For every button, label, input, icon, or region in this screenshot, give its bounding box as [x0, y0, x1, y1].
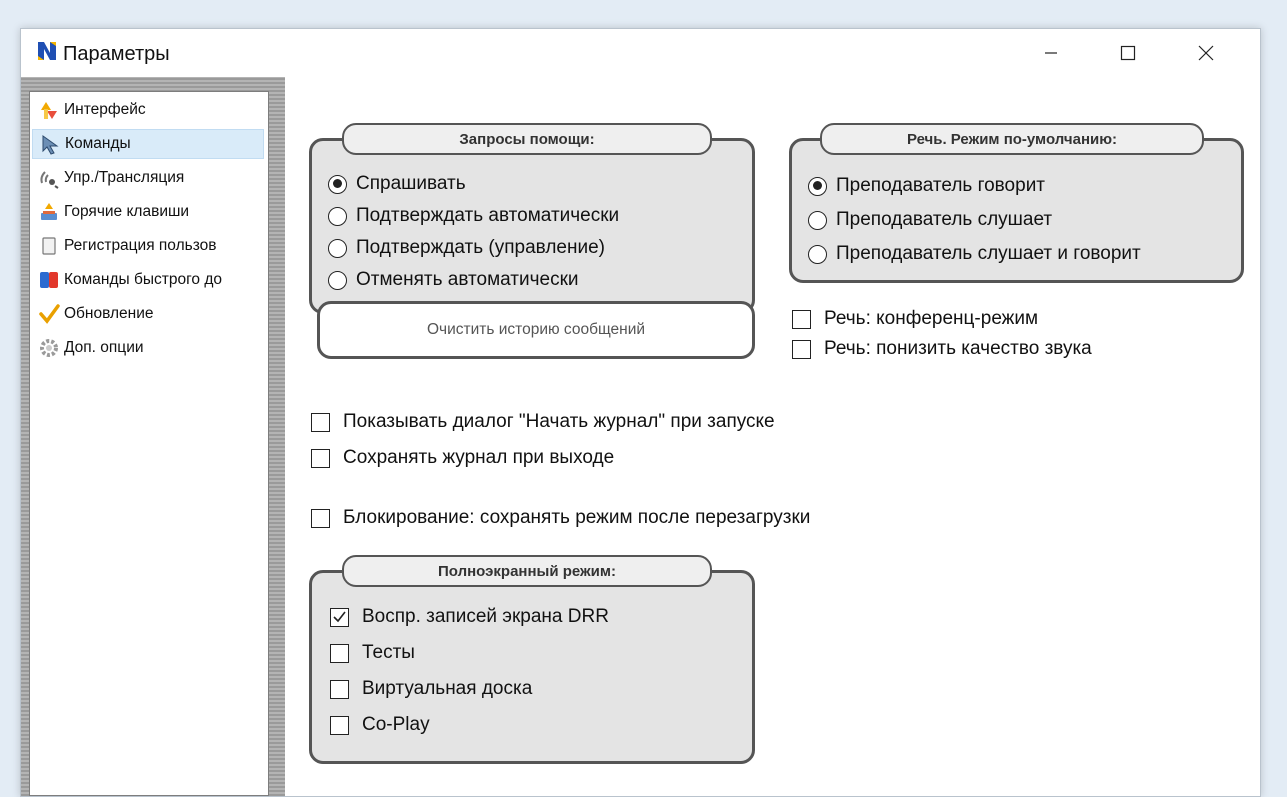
- radio-teacher-speaks[interactable]: Преподаватель говорит: [808, 175, 1045, 197]
- radio-label: Преподаватель слушает: [836, 209, 1053, 230]
- help-requests-title: Запросы помощи:: [342, 123, 712, 155]
- checkbox-speech-lower-quality[interactable]: Речь: понизить качество звука: [792, 338, 1092, 360]
- checkbox-speech-conference[interactable]: Речь: конференц-режим: [792, 308, 1038, 330]
- app-n-icon: [38, 42, 56, 60]
- sidebar-item-label: Команды быстрого до: [64, 271, 222, 288]
- sidebar-item-registration[interactable]: Регистрация пользов: [32, 231, 264, 261]
- radio-teacher-listens-speaks[interactable]: Преподаватель слушает и говорит: [808, 243, 1141, 265]
- checkbox-indicator[interactable]: [792, 309, 811, 329]
- checkbox-indicator[interactable]: [330, 607, 349, 627]
- registration-icon: [38, 235, 60, 257]
- radio-indicator[interactable]: [328, 270, 347, 290]
- close-icon: [1198, 45, 1214, 61]
- sidebar-item-quick-commands[interactable]: Команды быстрого до: [32, 265, 264, 295]
- settings-window: Параметры Интерфейс Команды Упр./Трансля…: [20, 28, 1261, 797]
- sidebar-item-hotkeys[interactable]: Горячие клавиши: [32, 197, 264, 227]
- checkbox-fullscreen-coplay[interactable]: Co-Play: [330, 714, 430, 736]
- radio-confirm-auto[interactable]: Подтверждать автоматически: [328, 205, 619, 227]
- sidebar-item-label: Доп. опции: [64, 339, 144, 356]
- checkbox-indicator[interactable]: [330, 679, 349, 699]
- quick-commands-icon: [38, 269, 60, 291]
- window-title: Параметры: [63, 43, 170, 65]
- speech-mode-title: Речь. Режим по-умолчанию:: [820, 123, 1204, 155]
- gear-icon: [38, 337, 60, 359]
- radio-label: Подтверждать (управление): [356, 237, 605, 258]
- sidebar-item-control[interactable]: Упр./Трансляция: [32, 163, 264, 193]
- help-requests-group: Запросы помощи: Спрашивать Подтверждать …: [309, 123, 755, 314]
- checkbox-lock-keep-mode[interactable]: Блокирование: сохранять режим после пере…: [311, 507, 810, 529]
- sidebar-item-label: Обновление: [64, 305, 154, 322]
- checkbox-indicator[interactable]: [792, 339, 811, 359]
- sidebar-item-label: Регистрация пользов: [64, 237, 217, 254]
- checkbox-label: Речь: конференц-режим: [824, 308, 1039, 329]
- sidebar-item-update[interactable]: Обновление: [32, 299, 264, 329]
- sidebar-item-label: Интерфейс: [64, 101, 146, 118]
- checkbox-label: Речь: понизить качество звука: [824, 338, 1092, 359]
- radio-label: Подтверждать автоматически: [356, 205, 620, 226]
- clear-history-button[interactable]: Очистить историю сообщений: [317, 301, 755, 359]
- sidebar-item-extra-options[interactable]: Доп. опции: [32, 333, 264, 363]
- checkbox-indicator[interactable]: [311, 448, 330, 468]
- radio-ask[interactable]: Спрашивать: [328, 173, 466, 195]
- sidebar-item-label: Упр./Трансляция: [64, 169, 185, 186]
- radio-indicator[interactable]: [808, 210, 827, 230]
- radio-confirm-control[interactable]: Подтверждать (управление): [328, 237, 605, 259]
- radio-label: Спрашивать: [356, 173, 466, 194]
- radio-indicator[interactable]: [328, 238, 347, 258]
- radio-indicator[interactable]: [808, 176, 827, 196]
- fullscreen-title: Полноэкранный режим:: [342, 555, 712, 587]
- radio-indicator[interactable]: [328, 206, 347, 226]
- minimize-button[interactable]: [1021, 29, 1081, 77]
- close-button[interactable]: [1176, 29, 1236, 77]
- radio-label: Преподаватель говорит: [836, 175, 1046, 196]
- radio-cancel-auto[interactable]: Отменять автоматически: [328, 269, 579, 291]
- checkbox-fullscreen-tests[interactable]: Тесты: [330, 642, 415, 664]
- fullscreen-group: Полноэкранный режим: Воспр. записей экра…: [309, 555, 755, 764]
- sidebar-panel: Интерфейс Команды Упр./Трансляция Горячи…: [21, 77, 285, 796]
- speech-mode-group: Речь. Режим по-умолчанию: Преподаватель …: [789, 123, 1244, 283]
- sidebar-item-interface[interactable]: Интерфейс: [32, 95, 264, 125]
- checkbox-save-journal-exit[interactable]: Сохранять журнал при выходе: [311, 447, 614, 469]
- checkbox-show-journal-dialog[interactable]: Показывать диалог "Начать журнал" при за…: [311, 411, 775, 433]
- settings-content: Запросы помощи: Спрашивать Подтверждать …: [287, 77, 1260, 796]
- broadcast-icon: [38, 167, 60, 189]
- radio-label: Отменять автоматически: [356, 269, 579, 290]
- checkbox-label: Показывать диалог "Начать журнал" при за…: [343, 411, 775, 432]
- update-check-icon: [38, 303, 60, 325]
- cursor-arrow-icon: [39, 133, 61, 155]
- interface-arrows-icon: [38, 99, 60, 121]
- checkbox-fullscreen-whiteboard[interactable]: Виртуальная доска: [330, 678, 532, 700]
- sidebar-item-label: Команды: [65, 135, 131, 152]
- checkbox-fullscreen-drr[interactable]: Воспр. записей экрана DRR: [330, 606, 609, 628]
- title-bar[interactable]: Параметры: [21, 29, 1260, 77]
- checkbox-indicator[interactable]: [311, 508, 330, 528]
- checkbox-indicator[interactable]: [311, 412, 330, 432]
- checkbox-label: Виртуальная доска: [362, 678, 533, 699]
- checkmark-icon: [333, 611, 346, 622]
- checkbox-label: Co-Play: [362, 714, 430, 735]
- checkbox-label: Тесты: [362, 642, 415, 663]
- category-list[interactable]: Интерфейс Команды Упр./Трансляция Горячи…: [29, 91, 269, 796]
- hotkeys-icon: [38, 201, 60, 223]
- maximize-icon: [1120, 45, 1136, 61]
- maximize-button[interactable]: [1098, 29, 1158, 77]
- checkbox-indicator[interactable]: [330, 715, 349, 735]
- radio-label: Преподаватель слушает и говорит: [836, 243, 1141, 264]
- radio-teacher-listens[interactable]: Преподаватель слушает: [808, 209, 1052, 231]
- radio-indicator[interactable]: [328, 174, 347, 194]
- radio-indicator[interactable]: [808, 244, 827, 264]
- minimize-icon: [1045, 52, 1057, 54]
- checkbox-label: Сохранять журнал при выходе: [343, 447, 615, 468]
- checkbox-label: Блокирование: сохранять режим после пере…: [343, 507, 811, 528]
- checkbox-indicator[interactable]: [330, 643, 349, 663]
- checkbox-label: Воспр. записей экрана DRR: [362, 606, 609, 627]
- sidebar-item-label: Горячие клавиши: [64, 203, 190, 220]
- sidebar-item-commands[interactable]: Команды: [32, 129, 264, 159]
